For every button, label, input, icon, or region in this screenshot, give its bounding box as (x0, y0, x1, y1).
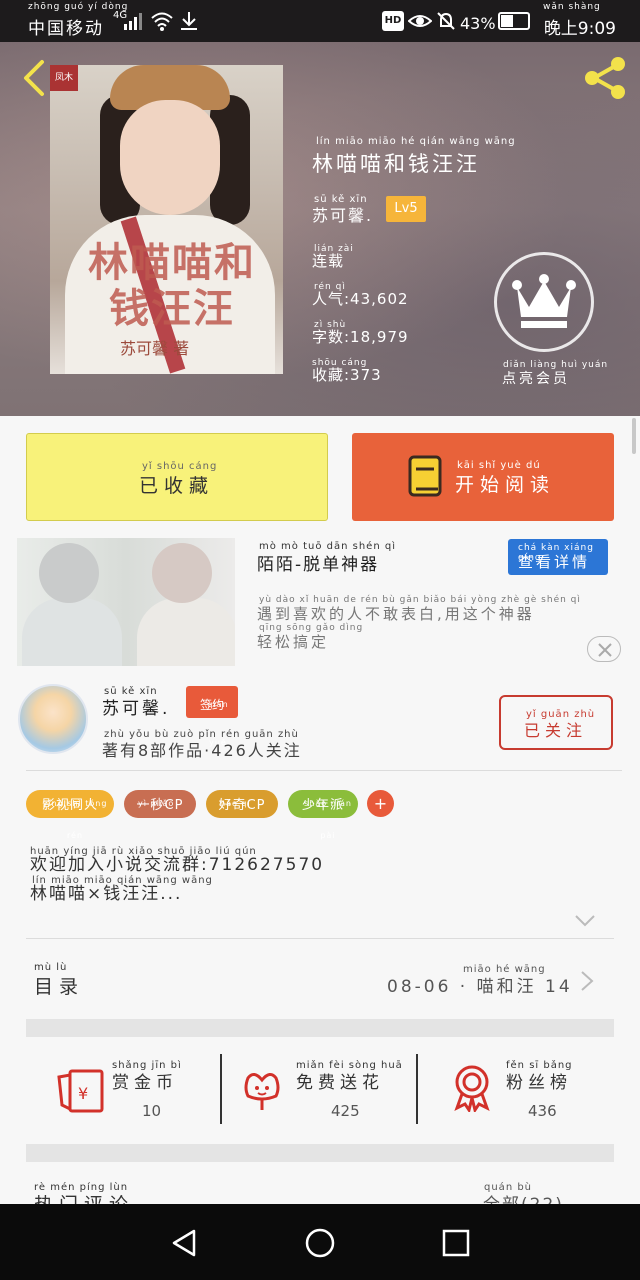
start-reading-button[interactable]: kāi shǐ yuè dú 开始阅读 (352, 433, 614, 521)
ad-close-button[interactable] (587, 636, 621, 662)
chevron-right-icon (581, 971, 594, 991)
cover-title: 林喵喵和钱汪汪 (88, 240, 256, 332)
add-tag-button[interactable]: + (367, 790, 394, 817)
fav-label: 已收藏 (139, 475, 215, 497)
metric-separator (220, 1054, 222, 1124)
system-nav-bar (0, 1204, 640, 1280)
book-icon (408, 455, 442, 497)
svg-text:¥: ¥ (78, 1084, 88, 1103)
signed-badge: qiān yuē 签约 (186, 686, 238, 747)
medal-icon (454, 1065, 490, 1112)
tag-shaonian-pai[interactable]: shào nián pài 少年派 (288, 790, 358, 840)
book-title-pinyin: lín miāo miāo hé qián wāng wāng (316, 136, 516, 147)
book-cover[interactable]: 凤木 林喵喵和钱汪汪 苏可馨 著 (50, 65, 283, 374)
tag-pinyin: yì miǎo (138, 799, 175, 808)
cover-author: 苏可馨 著 (120, 339, 190, 358)
metric-separator (416, 1054, 418, 1124)
carrier-label: 中国移动 (28, 19, 104, 39)
follow-button[interactable]: yǐ guān zhù 已关注 (499, 695, 613, 750)
favorites-count: 收藏:373 (312, 366, 382, 384)
cover-badge: 凤木 (50, 65, 78, 91)
author-meta: 著有8部作品·426人关注 (102, 741, 302, 760)
download-icon (181, 12, 197, 30)
divider (26, 938, 614, 939)
metric-value: 10 (142, 1102, 162, 1120)
ad-title[interactable]: 陌陌-脱单神器 (257, 550, 379, 575)
toc-label: 目录 (34, 976, 85, 998)
favorited-button[interactable]: yǐ shōu cáng 已收藏 (26, 433, 328, 521)
nav-back-icon[interactable] (170, 1228, 198, 1258)
eye-icon (408, 15, 432, 27)
chevron-down-icon[interactable] (574, 914, 596, 928)
time-pinyin: wǎn shàng (543, 2, 601, 12)
nav-recents-icon[interactable] (442, 1229, 470, 1257)
red-envelope-icon: ¥ (57, 1069, 104, 1113)
author-avatar[interactable] (18, 684, 88, 754)
signal-icon (124, 13, 142, 30)
follow-label: 已关注 (524, 721, 588, 740)
back-arrow-icon[interactable] (18, 58, 50, 98)
read-label: 开始阅读 (455, 474, 556, 496)
metric-label: 粉丝榜 (506, 1073, 572, 1093)
wifi-icon (151, 12, 173, 31)
metric-label: 赏金币 (112, 1073, 178, 1093)
battery-icon (498, 12, 530, 30)
battery-percent: 43% (460, 14, 496, 33)
tag-pinyin: yǐng shì tóng rén (42, 799, 108, 840)
close-icon (598, 643, 612, 657)
ad-detail-label: 查看详情 (518, 553, 591, 571)
status-bar: zhōng guó yí dòng 中国移动 4G HD 43% wǎn shà… (0, 0, 640, 42)
author-level-badge: Lv5 (386, 196, 426, 222)
flower-icon (244, 1073, 280, 1110)
section-separator (26, 1144, 614, 1162)
tag-yimiao-cp[interactable]: yì miǎo 一秒CP (124, 790, 196, 818)
serial-status: 连载 (312, 252, 345, 270)
word-count: 字数:18,979 (312, 328, 409, 346)
divider (26, 770, 622, 771)
ad-image[interactable] (17, 538, 235, 666)
metric-label: 免费送花 (296, 1073, 384, 1093)
author-card-name[interactable]: 苏可馨. (102, 694, 170, 719)
tag-yingshi-tongren[interactable]: yǐng shì tóng rén 影视同人 (26, 790, 114, 840)
vip-button[interactable] (494, 252, 594, 352)
tag-pinyin: hǎo qí (220, 799, 251, 808)
crown-icon (512, 274, 576, 328)
clock: 晚上9:09 (543, 19, 616, 39)
metric-value: 436 (528, 1102, 557, 1120)
nav-home-icon[interactable] (304, 1227, 336, 1259)
book-author[interactable]: 苏可馨. (312, 202, 373, 226)
vip-label: 点亮会员 (502, 371, 570, 387)
tag-pinyin: shào nián pài (304, 799, 352, 840)
metric-value: 425 (331, 1102, 360, 1120)
intro-line-2: 林喵喵×钱汪汪... (30, 884, 183, 904)
book-title: 林喵喵和钱汪汪 (312, 152, 480, 176)
toc-latest-chapter: 08-06 · 喵和汪 14 (387, 977, 573, 997)
scrollbar[interactable] (632, 418, 636, 454)
ad-desc-line-2: 轻松搞定 (257, 633, 330, 651)
share-icon[interactable] (582, 55, 628, 101)
hd-icon: HD (382, 11, 404, 31)
popularity-count: 人气:43,602 (312, 290, 409, 308)
ad-detail-button[interactable]: chá kàn xiáng qíng 查看详情 (508, 539, 608, 575)
mute-icon (437, 12, 455, 30)
tag-haoqi-cp[interactable]: hǎo qí 好奇CP (206, 790, 278, 818)
section-separator (26, 1019, 614, 1037)
